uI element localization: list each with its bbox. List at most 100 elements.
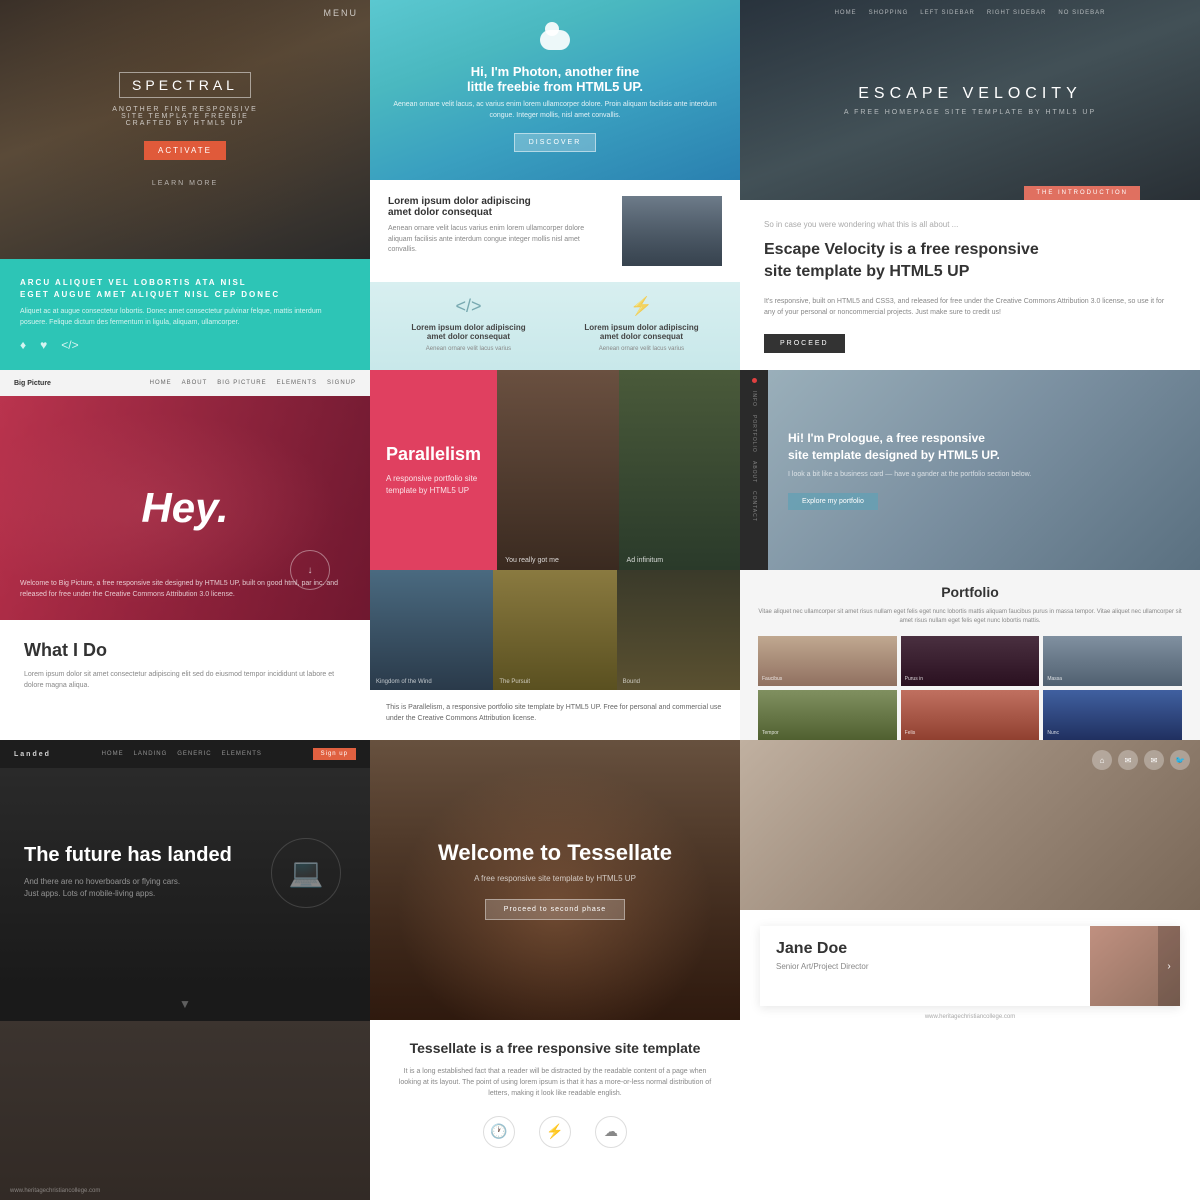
prologue-explore-button[interactable]: Explore my portfolio [788, 493, 878, 510]
nav-elements[interactable]: Elements [277, 380, 317, 386]
prologue-grid-label-2: Purus in [905, 676, 923, 682]
bigpicture-circle[interactable]: ↓ [290, 550, 330, 590]
code-icon: </> [455, 296, 481, 317]
spectral-teal-title: ARCU ALIQUET VEL LOBORTIS ATA NISLEGET A… [20, 277, 350, 301]
prologue-portfolio: Portfolio Vitae aliquet nec ullamcorper … [740, 570, 1200, 740]
tessellate-icons: 🕐 ⚡ ☁ [394, 1116, 716, 1148]
janedoe-next-arrow[interactable]: › [1158, 926, 1180, 1006]
prologue-portfolio-title: Portfolio [758, 584, 1182, 600]
bigpicture-section-text: Lorem ipsum dolor sit amet consectetur a… [24, 669, 346, 691]
landed-nav-generic[interactable]: Generic [177, 751, 211, 757]
tessellate-content: Tessellate is a free responsive site tem… [370, 1020, 740, 1200]
cloud-icon [540, 30, 570, 50]
prologue-grid-item-5[interactable]: Felis [901, 690, 1040, 740]
escape-nav-left[interactable]: LEFT SIDEBAR [920, 10, 975, 16]
landed-signup-button[interactable]: Sign up [313, 748, 356, 760]
escape-subtitle: A FREE HOMEPAGE SITE TEMPLATE BY HTML5 U… [844, 109, 1096, 116]
janedoe-prologue-top: ⌂ ✉ ✉ 🐦 [740, 740, 1200, 910]
prologue-dot [752, 378, 757, 383]
janedoe-name: Jane Doe [776, 940, 1074, 958]
prologue-grid-item-1[interactable]: Faucibus [758, 636, 897, 686]
prologue-grid-item-4[interactable]: Tempor [758, 690, 897, 740]
spectral-cell: Menu SPECTRAL ANOTHER FINE RESPONSIVESIT… [0, 0, 370, 370]
landed-nav-landing[interactable]: Landing [134, 751, 168, 757]
email-icon-1[interactable]: ✉ [1118, 750, 1138, 770]
escape-cell: HOME SHOPPING LEFT SIDEBAR RIGHT SIDEBAR… [740, 0, 1200, 370]
prologue-title: Hi! I'm Prologue, a free responsivesite … [788, 430, 1180, 464]
nav-bigpicture[interactable]: Big Picture [217, 380, 266, 386]
parallelism-bottom-label-2: The Pursuit [499, 679, 530, 685]
janedoe-miniport: Jane Doe Senior Art/Project Director › w… [740, 910, 1200, 1200]
spectral-icons-row: ♦ ♥ </> [20, 338, 350, 352]
prologue-grid-item-3[interactable]: Massa [1043, 636, 1182, 686]
prologue-portfolio-grid: Faucibus Purus in Massa Tempor Felis Nun… [758, 636, 1182, 740]
photon-content-title: Lorem ipsum dolor adipiscingamet dolor c… [388, 196, 610, 218]
landed-arrow-section: ▼ [0, 987, 370, 1021]
tessellate-content-text: It is a long established fact that a rea… [394, 1066, 716, 1100]
photon-feature-2: ⚡ Lorem ipsum dolor adipiscingamet dolor… [561, 296, 722, 356]
prologue-grid-item-2[interactable]: Purus in [901, 636, 1040, 686]
prologue-sidebar-contact[interactable]: Contact [751, 491, 757, 522]
prologue-cell: Info Portfolio About Contact Hi! I'm Pro… [740, 370, 1200, 740]
spectral-learn-more[interactable]: LEARN MORE [152, 180, 218, 187]
email-icon-2[interactable]: ✉ [1144, 750, 1164, 770]
spectral-bg [0, 0, 370, 259]
escape-nav-home[interactable]: HOME [835, 10, 857, 16]
nav-home[interactable]: Home [150, 380, 172, 386]
prologue-sidebar-info[interactable]: Info [751, 391, 757, 407]
home-icon[interactable]: ⌂ [1092, 750, 1112, 770]
tessellate-proceed-button[interactable]: Proceed to second phase [485, 899, 625, 920]
parallelism-image-2: Ad infinitum [619, 370, 740, 570]
escape-nav-right[interactable]: RIGHT SIDEBAR [987, 10, 1047, 16]
landed-nav-home[interactable]: Home [102, 751, 124, 757]
landed-url: www.heritagechristiancollege.com [10, 1188, 100, 1194]
prologue-subtitle: I look a bit like a business card — have… [788, 470, 1180, 481]
prologue-sidebar: Info Portfolio About Contact [740, 370, 768, 570]
twitter-icon[interactable]: 🐦 [1170, 750, 1190, 770]
prologue-grid-label-4: Tempor [762, 730, 779, 736]
prologue-grid-item-6[interactable]: Nunc [1043, 690, 1182, 740]
prologue-main-content: Hi! I'm Prologue, a free responsivesite … [768, 370, 1200, 570]
diamond-icon: ♦ [20, 338, 26, 352]
prologue-grid-label-5: Felis [905, 730, 916, 736]
photon-text-block: Lorem ipsum dolor adipiscingamet dolor c… [388, 196, 610, 266]
photon-feature-2-title: Lorem ipsum dolor adipiscingamet dolor c… [584, 323, 698, 341]
photon-discover-button[interactable]: DISCOVER [514, 133, 597, 152]
prologue-portfolio-text: Vitae aliquet nec ullamcorper sit amet r… [758, 608, 1182, 626]
janedoe-social-icons: ⌂ ✉ ✉ 🐦 [1092, 750, 1190, 770]
parallelism-feature: Parallelism A responsive portfolio sitet… [370, 370, 497, 570]
janedoe-card: Jane Doe Senior Art/Project Director › [760, 926, 1180, 1006]
bigpicture-logo: Big Picture [14, 380, 51, 387]
tessellate-content-title: Tessellate is a free responsive site tem… [394, 1040, 716, 1056]
spectral-activate-button[interactable]: ACTIVATE [144, 141, 226, 160]
landed-nav-elements[interactable]: Elements [222, 751, 262, 757]
bigpicture-nav-links: Home About Big Picture Elements Signup [150, 380, 356, 386]
tessellate-subtitle: A free responsive site template by HTML5… [474, 874, 636, 883]
photon-feature-1: </> Lorem ipsum dolor adipiscingamet dol… [388, 296, 549, 356]
prologue-sidebar-portfolio[interactable]: Portfolio [751, 415, 757, 453]
photon-image [622, 196, 722, 266]
clock-icon: 🕐 [483, 1116, 515, 1148]
landed-logo: Landed [14, 751, 51, 758]
escape-proceed-button[interactable]: PROCEED [764, 334, 845, 353]
escape-nav-no[interactable]: NO SIDEBAR [1058, 10, 1105, 16]
prologue-grid-label-6: Nunc [1047, 730, 1059, 736]
nav-about[interactable]: About [182, 380, 208, 386]
landed-nav-links: Home Landing Generic Elements [102, 751, 262, 757]
parallelism-bottom-img-3: Bound [617, 570, 740, 690]
parallelism-img1-label: You really got me [505, 557, 559, 564]
landed-circle: 💻 [271, 838, 341, 908]
escape-hero: HOME SHOPPING LEFT SIDEBAR RIGHT SIDEBAR… [740, 0, 1200, 200]
spectral-teal-section: ARCU ALIQUET VEL LOBORTIS ATA NISLEGET A… [0, 259, 370, 370]
landed-nav: Landed Home Landing Generic Elements Sig… [0, 740, 370, 768]
escape-nav-shopping[interactable]: SHOPPING [869, 10, 909, 16]
laptop-icon: 💻 [289, 856, 324, 889]
photon-feature-1-text: Aenean ornare velit lacus varius [426, 345, 511, 353]
landed-texture [0, 1021, 370, 1200]
landed-cell: Landed Home Landing Generic Elements Sig… [0, 740, 370, 1200]
prologue-sidebar-about[interactable]: About [751, 461, 757, 483]
nav-signup[interactable]: Signup [327, 380, 356, 386]
photon-hero-title: Hi, I'm Photon, another finelittle freeb… [467, 64, 643, 94]
tessellate-icon-3: ☁ [595, 1116, 627, 1148]
parallelism-desc-text: This is Parallelism, a responsive portfo… [386, 702, 724, 724]
